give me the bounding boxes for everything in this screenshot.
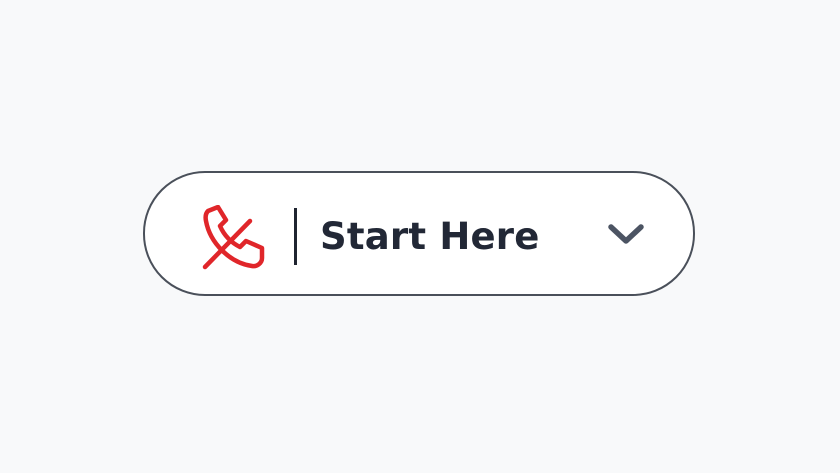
canvas: Start Here <box>0 0 840 473</box>
start-here-dropdown-button[interactable]: Start Here <box>143 171 695 296</box>
button-label: Start Here <box>320 215 540 258</box>
divider <box>294 208 297 265</box>
chevron-down-icon <box>607 221 645 249</box>
phone-off-icon <box>200 205 268 271</box>
